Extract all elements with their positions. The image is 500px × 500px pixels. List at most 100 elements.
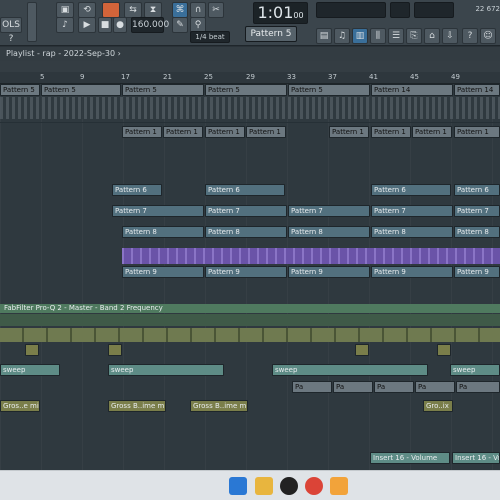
- clip-pattern-9[interactable]: Pattern 9: [454, 266, 500, 278]
- clip-pattern-7[interactable]: Pattern 7: [371, 205, 453, 217]
- file-explorer-icon[interactable]: [255, 477, 273, 495]
- obs-icon[interactable]: [280, 477, 298, 495]
- piano-roll-icon[interactable]: ♫: [334, 28, 350, 44]
- clip-pattern-9[interactable]: Pattern 9: [122, 266, 204, 278]
- clip-pattern-9[interactable]: Pattern 9: [288, 266, 370, 278]
- clip-pattern-7[interactable]: Pattern 7: [205, 205, 287, 217]
- playlist-grid[interactable]: Pattern 5 Pattern 5 Pattern 5 Pattern 5 …: [0, 84, 500, 470]
- clip-pattern-8[interactable]: Pattern 8: [371, 226, 453, 238]
- song-position-display[interactable]: 1:0100: [253, 2, 308, 24]
- tempo-display[interactable]: 160.000: [131, 17, 169, 33]
- clip-pa[interactable]: Pa: [456, 381, 500, 393]
- clip-pa[interactable]: Pa: [374, 381, 414, 393]
- blend-icon[interactable]: ⇆: [124, 2, 142, 18]
- clip-pattern-1[interactable]: Pattern 1: [412, 126, 452, 138]
- clip-gross-mix[interactable]: Gros..e mix: [0, 400, 40, 412]
- clip-pattern-1[interactable]: Pattern 1: [246, 126, 286, 138]
- clip-pattern-9[interactable]: Pattern 9: [205, 266, 287, 278]
- tools-menu-button[interactable]: OLS ?: [0, 17, 22, 44]
- clip-insert-16-volume[interactable]: Insert 16 - Volu: [452, 452, 500, 464]
- small-clip[interactable]: [355, 344, 369, 356]
- touch-controller-icon[interactable]: ⌂: [424, 28, 440, 44]
- channel-rack-icon[interactable]: ▥: [352, 28, 368, 44]
- clip-gross-mix[interactable]: Gross B..ime mix: [190, 400, 248, 412]
- start-icon[interactable]: [229, 477, 247, 495]
- timeline-ruler[interactable]: 5 9 17 21 25 29 33 37 41 45 49: [0, 72, 500, 84]
- ruler-tick: 37: [328, 73, 337, 81]
- clip-insert-16-volume[interactable]: Insert 16 - Volume: [370, 452, 450, 464]
- clip-pattern-8[interactable]: Pattern 8: [454, 226, 500, 238]
- clip-pattern-8[interactable]: Pattern 8: [288, 226, 370, 238]
- clip-pattern-6[interactable]: Pattern 6: [371, 184, 451, 196]
- draw-icon[interactable]: ✎: [172, 17, 188, 33]
- ruler-tick: 25: [204, 73, 213, 81]
- user-icon[interactable]: ☺: [480, 28, 496, 44]
- cpu-b: 672: [486, 5, 500, 13]
- clip-pattern-6[interactable]: Pattern 6: [112, 184, 162, 196]
- clip-pattern-5[interactable]: Pattern 5: [288, 84, 370, 96]
- record-mode-icon[interactable]: [102, 2, 120, 18]
- mixer-icon[interactable]: ⫼: [370, 28, 386, 44]
- metronome-icon[interactable]: ♪: [56, 17, 74, 33]
- clip-pa[interactable]: Pa: [292, 381, 332, 393]
- clip-pattern-8[interactable]: Pattern 8: [122, 226, 204, 238]
- clip-pa[interactable]: Pa: [415, 381, 455, 393]
- clip-sweep[interactable]: sweep: [0, 364, 60, 376]
- clip-pattern-5[interactable]: Pattern 5: [41, 84, 121, 96]
- small-clip[interactable]: [108, 344, 122, 356]
- help-icon[interactable]: ?: [462, 28, 478, 44]
- clip-pattern-14[interactable]: Pattern 14: [371, 84, 453, 96]
- clip-gross-mix[interactable]: Gro..ix: [423, 400, 453, 412]
- clip-pattern-1[interactable]: Pattern 1: [371, 126, 411, 138]
- stop-icon[interactable]: ■: [98, 17, 112, 33]
- clip-pattern-7[interactable]: Pattern 7: [454, 205, 500, 217]
- clip-pattern-5[interactable]: Pattern 5: [122, 84, 204, 96]
- clip-sweep[interactable]: sweep: [450, 364, 500, 376]
- clip-pattern-1[interactable]: Pattern 1: [329, 126, 369, 138]
- small-clip[interactable]: [437, 344, 451, 356]
- clip-pa[interactable]: Pa: [333, 381, 373, 393]
- clip-pattern-1[interactable]: Pattern 1: [205, 126, 245, 138]
- clip-sweep[interactable]: sweep: [272, 364, 428, 376]
- magnet-icon[interactable]: ∩: [190, 2, 206, 18]
- clip-gross-mix[interactable]: Gross B..ime mix: [108, 400, 166, 412]
- ruler-tick: 5: [40, 73, 45, 81]
- render-icon[interactable]: ⇩: [442, 28, 458, 44]
- browser-icon[interactable]: ☰: [388, 28, 404, 44]
- clip-pattern-1[interactable]: Pattern 1: [163, 126, 203, 138]
- snap-select[interactable]: 1/4 beat: [190, 31, 230, 43]
- loop-icon[interactable]: ⟲: [78, 2, 96, 18]
- ruler-tick: 49: [451, 73, 460, 81]
- playlist-icon[interactable]: ▤: [316, 28, 332, 44]
- clip-pattern-7[interactable]: Pattern 7: [112, 205, 204, 217]
- clip-pattern-5[interactable]: Pattern 5: [205, 84, 287, 96]
- small-clip[interactable]: [25, 344, 39, 356]
- pattern-selector[interactable]: Pattern 5: [245, 26, 297, 42]
- pattern-song-toggle[interactable]: ▣: [56, 2, 74, 18]
- clip-sweep[interactable]: sweep: [108, 364, 224, 376]
- ruler-tick: 21: [163, 73, 172, 81]
- snap-icon[interactable]: ⌘: [172, 2, 188, 18]
- plugin-picker-icon[interactable]: ⎘: [406, 28, 422, 44]
- automation-pattern-lane[interactable]: [0, 328, 500, 342]
- clip-pattern-5[interactable]: Pattern 5: [0, 84, 40, 96]
- wait-icon[interactable]: ⧗: [144, 2, 162, 18]
- slice-icon[interactable]: ✂: [208, 2, 224, 18]
- clip-pattern-1[interactable]: Pattern 1: [122, 126, 162, 138]
- clip-pattern-14[interactable]: Pattern 14: [454, 84, 500, 96]
- clip-pattern-8[interactable]: Pattern 8: [205, 226, 287, 238]
- clip-pattern-7[interactable]: Pattern 7: [288, 205, 370, 217]
- ruler-tick: 9: [80, 73, 85, 81]
- play-icon[interactable]: ▶: [78, 17, 96, 33]
- automation-curve: [0, 314, 500, 326]
- clip-pattern-6[interactable]: Pattern 6: [454, 184, 500, 196]
- clip-pattern-6[interactable]: Pattern 6: [205, 184, 285, 196]
- chrome-icon[interactable]: [305, 477, 323, 495]
- automation-fabfilter[interactable]: FabFilter Pro-Q 2 - Master - Band 2 Freq…: [0, 304, 500, 313]
- master-volume-slider[interactable]: [27, 2, 37, 42]
- record-icon[interactable]: ●: [113, 17, 127, 33]
- purple-notes-lane[interactable]: [122, 248, 500, 264]
- fl-studio-icon[interactable]: [330, 477, 348, 495]
- clip-pattern-1[interactable]: Pattern 1: [454, 126, 500, 138]
- clip-pattern-9[interactable]: Pattern 9: [371, 266, 453, 278]
